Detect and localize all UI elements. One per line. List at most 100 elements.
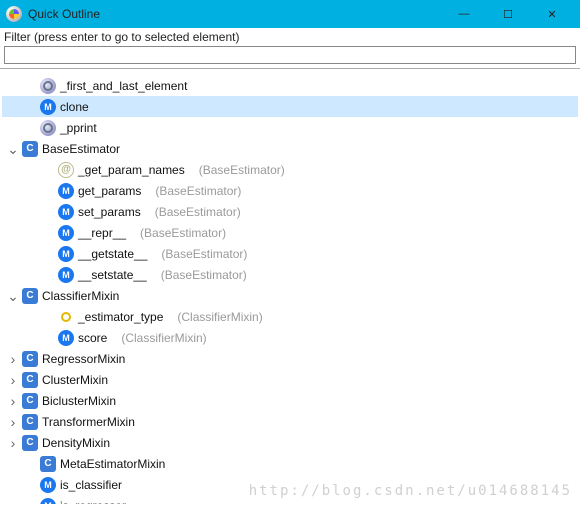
tree-method[interactable]: __repr__ (BaseEstimator) <box>2 222 578 243</box>
tree-item-label: is_classifier <box>60 478 122 492</box>
tree-item-hint: (ClassifierMixin) <box>121 331 206 345</box>
tree-item-label: BaseEstimator <box>42 142 120 156</box>
class-icon <box>22 351 38 367</box>
method-icon <box>58 267 74 283</box>
tree-method[interactable]: set_params (BaseEstimator) <box>2 201 578 222</box>
arrow-placeholder <box>24 478 38 492</box>
tree-item-label: ClassifierMixin <box>42 289 119 303</box>
tree-item-hint: (BaseEstimator) <box>161 247 247 261</box>
chevron-right-icon[interactable] <box>6 394 20 408</box>
eclipse-icon <box>6 6 22 22</box>
tree-item-label: score <box>78 331 107 345</box>
tree-method[interactable]: is_classifier <box>2 474 578 495</box>
tree-item-label: _pprint <box>60 121 97 135</box>
method-icon <box>40 477 56 493</box>
tree-item-hint: (BaseEstimator) <box>199 163 285 177</box>
chevron-down-icon[interactable] <box>6 289 20 303</box>
method-icon <box>58 246 74 262</box>
tree-item-label: get_params <box>78 184 141 198</box>
class-icon <box>22 141 38 157</box>
funcat-icon <box>58 162 74 178</box>
tree-method[interactable]: is_regressor <box>2 495 578 504</box>
titlebar: Quick Outline — ☐ ✕ <box>0 0 580 28</box>
tree-method[interactable]: get_params (BaseEstimator) <box>2 180 578 201</box>
tree-class[interactable]: BaseEstimator <box>2 138 578 159</box>
tree-method[interactable]: _pprint <box>2 117 578 138</box>
tree-method[interactable]: _get_param_names (BaseEstimator) <box>2 159 578 180</box>
arrow-placeholder <box>42 163 56 177</box>
method-icon <box>40 99 56 115</box>
tree-method[interactable]: __getstate__(BaseEstimator) <box>2 243 578 264</box>
tree-class[interactable]: TransformerMixin <box>2 411 578 432</box>
chevron-right-icon[interactable] <box>6 373 20 387</box>
tree-item-label: __setstate__ <box>78 268 147 282</box>
filter-bar: Filter (press enter to go to selected el… <box>0 28 580 69</box>
arrow-placeholder <box>24 100 38 114</box>
tree-class[interactable]: ClusterMixin <box>2 369 578 390</box>
filter-label: Filter (press enter to go to selected el… <box>4 30 576 44</box>
chevron-right-icon[interactable] <box>6 352 20 366</box>
arrow-placeholder <box>42 184 56 198</box>
tree-item-hint: (BaseEstimator) <box>155 205 241 219</box>
tree-item-label: DensityMixin <box>42 436 110 450</box>
tree-item-hint: (BaseEstimator) <box>140 226 226 240</box>
arrow-placeholder <box>42 268 56 282</box>
class-icon <box>22 393 38 409</box>
tree-item-label: RegressorMixin <box>42 352 125 366</box>
arrow-placeholder <box>24 121 38 135</box>
arrow-placeholder <box>42 331 56 345</box>
tree-method[interactable]: __setstate__ (BaseEstimator) <box>2 264 578 285</box>
class-icon <box>22 372 38 388</box>
tree-class[interactable]: DensityMixin <box>2 432 578 453</box>
tree-item-label: TransformerMixin <box>42 415 135 429</box>
chevron-down-icon[interactable] <box>6 142 20 156</box>
class-icon <box>22 288 38 304</box>
tree-item-label: _get_param_names <box>78 163 185 177</box>
method-icon <box>58 204 74 220</box>
tree-item-label: set_params <box>78 205 141 219</box>
method-icon <box>58 183 74 199</box>
arrow-placeholder <box>24 79 38 93</box>
filter-input-wrap <box>4 46 576 64</box>
func-icon <box>40 78 56 94</box>
arrow-placeholder <box>42 310 56 324</box>
tree-class[interactable]: RegressorMixin <box>2 348 578 369</box>
arrow-placeholder <box>24 499 38 505</box>
method-icon <box>40 498 56 505</box>
tree-item-label: MetaEstimatorMixin <box>60 457 165 471</box>
tree-method[interactable]: score (ClassifierMixin) <box>2 327 578 348</box>
class-icon <box>40 456 56 472</box>
tree-property[interactable]: _estimator_type (ClassifierMixin) <box>2 306 578 327</box>
minimize-button[interactable]: — <box>442 0 486 28</box>
arrow-placeholder <box>24 457 38 471</box>
tree-item-hint: (BaseEstimator) <box>161 268 247 282</box>
tree-item-label: __repr__ <box>78 226 126 240</box>
maximize-button[interactable]: ☐ <box>486 0 530 28</box>
method-icon <box>58 225 74 241</box>
chevron-right-icon[interactable] <box>6 436 20 450</box>
close-button[interactable]: ✕ <box>530 0 574 28</box>
window-title: Quick Outline <box>28 7 100 21</box>
tree-item-hint: (ClassifierMixin) <box>177 310 262 324</box>
tree-class[interactable]: MetaEstimatorMixin <box>2 453 578 474</box>
tree-item-hint: (BaseEstimator) <box>155 184 241 198</box>
tree-item-label: _first_and_last_element <box>60 79 187 93</box>
tree-item-label: clone <box>60 100 89 114</box>
tree-method[interactable]: clone <box>2 96 578 117</box>
tree-item-label: is_regressor <box>60 499 126 505</box>
outline-tree[interactable]: _first_and_last_elementclone _pprint BaseE… <box>0 69 580 504</box>
func-icon <box>40 120 56 136</box>
chevron-right-icon[interactable] <box>6 415 20 429</box>
tree-item-label: _estimator_type <box>78 310 163 324</box>
class-icon <box>22 435 38 451</box>
tree-item-label: BiclusterMixin <box>42 394 116 408</box>
arrow-placeholder <box>42 247 56 261</box>
tree-class[interactable]: BiclusterMixin <box>2 390 578 411</box>
filter-input[interactable] <box>5 47 575 63</box>
tree-class[interactable]: ClassifierMixin <box>2 285 578 306</box>
class-icon <box>22 414 38 430</box>
tree-method[interactable]: _first_and_last_element <box>2 75 578 96</box>
prop-icon <box>59 309 73 323</box>
tree-item-label: ClusterMixin <box>42 373 108 387</box>
method-icon <box>58 330 74 346</box>
